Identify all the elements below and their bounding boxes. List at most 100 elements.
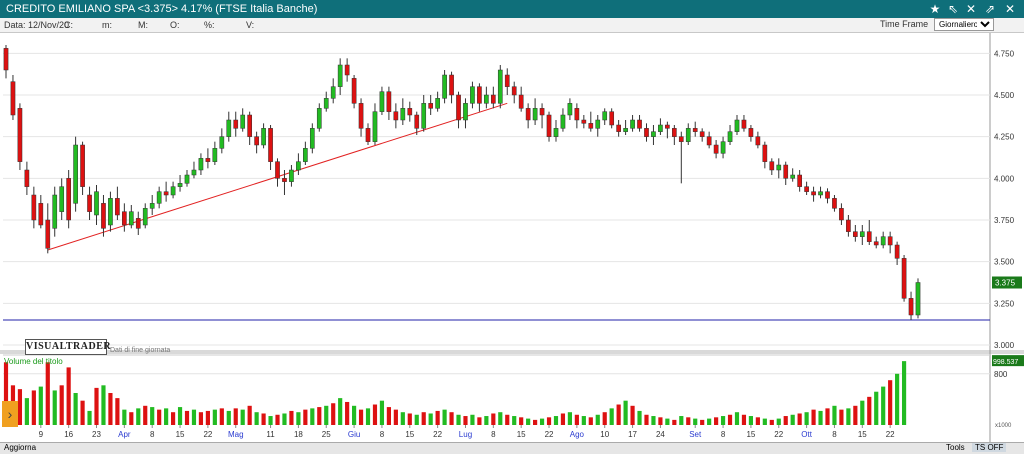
volume-bar [310, 408, 315, 425]
candle-down [449, 74, 454, 96]
volume-bar [651, 416, 656, 425]
candle-up [191, 169, 197, 176]
price-tick-label: 3.500 [994, 258, 1015, 267]
volume-bar [303, 409, 308, 425]
volume-bar [484, 416, 489, 425]
volume-bar [108, 393, 113, 425]
volume-bar [741, 414, 747, 425]
x-tick-label: 8 [380, 430, 385, 439]
volume-bar [581, 416, 586, 425]
candle-up [177, 183, 183, 187]
candle-up [421, 103, 427, 129]
candle-down [122, 211, 127, 226]
volume-bar [38, 386, 43, 425]
volume-bar [212, 409, 217, 425]
candle-down [574, 108, 580, 121]
x-tick-label: Lug [459, 430, 472, 439]
candle-up [128, 211, 134, 226]
volume-bar [846, 408, 851, 425]
candle-down [678, 136, 684, 142]
volume-bar [94, 387, 99, 425]
candle-down [80, 144, 85, 187]
price-tick-label: 4.500 [994, 91, 1015, 100]
volume-bar [296, 412, 301, 425]
x-tick-label: Mag [228, 430, 244, 439]
candle-down [428, 103, 434, 109]
price-tick-label: 4.000 [994, 174, 1015, 183]
chart-area[interactable]: 4.750 4.500 4.250 4.000 3.750 3.500 3.250 3.000… [0, 33, 1024, 442]
volume-bar [567, 412, 572, 425]
candle-up [595, 119, 601, 129]
volume-bar [73, 393, 78, 425]
favorite-icon[interactable]: ★ [927, 1, 943, 17]
candle-up [261, 128, 266, 146]
volume-bar [707, 418, 712, 425]
candle-up [470, 86, 475, 104]
tools-button[interactable]: Tools [946, 443, 965, 452]
volume-bar [379, 400, 385, 425]
volume-bar [901, 361, 907, 425]
x-tick-label: Ago [570, 430, 585, 439]
volume-bar [191, 409, 197, 425]
candle-down [825, 191, 830, 199]
volume-bar [372, 404, 378, 425]
candle-down [699, 131, 705, 137]
candle-up [497, 69, 503, 104]
volume-bar [352, 405, 357, 425]
close-window-icon[interactable]: ✕ [1002, 1, 1018, 17]
title-bar: CREDITO EMILIANO SPA <3.375> 4.17% (FTSE… [0, 0, 1024, 18]
volume-bar [198, 412, 204, 425]
candle-up [560, 114, 566, 129]
close-small-icon[interactable]: ✕ [963, 1, 979, 17]
volume-bar [66, 367, 71, 425]
candle-down [769, 161, 775, 171]
timeframe-select[interactable]: Giornaliero [934, 18, 994, 31]
candle-up [790, 174, 796, 179]
candle-down [866, 231, 872, 242]
volume-bar [679, 416, 684, 425]
volume-bar [637, 410, 642, 425]
volume-bar [338, 398, 343, 425]
candle-down [518, 94, 524, 109]
candle-down [351, 78, 357, 104]
candle-down [456, 94, 461, 121]
price-tick-label: 4.250 [994, 133, 1015, 142]
refresh-button[interactable]: Aggiorna [4, 443, 36, 452]
candle-up [734, 119, 740, 132]
maximize-icon[interactable]: ⇗ [982, 1, 998, 17]
price-chart[interactable]: 4.750 4.500 4.250 4.000 3.750 3.500 3.250 3.000… [0, 33, 1024, 442]
volume-bar [275, 414, 280, 425]
volume-bar [658, 417, 663, 425]
candle-down [873, 241, 879, 246]
x-tick-label: 15 [176, 430, 185, 439]
volume-bar [136, 408, 141, 425]
volume-bar [115, 398, 120, 425]
volume-unit-label: x1000 [995, 423, 1012, 429]
candle-down [31, 194, 37, 221]
candle-down [908, 298, 914, 316]
candle-down [101, 203, 106, 229]
candle-up [372, 111, 378, 142]
candle-up [94, 191, 99, 216]
expand-panel-icon[interactable]: › [2, 401, 18, 427]
candle-down [832, 198, 837, 209]
volume-bar [261, 413, 266, 425]
candle-up [400, 108, 406, 121]
x-tick-label: 8 [721, 430, 726, 439]
x-tick-label: 8 [491, 430, 496, 439]
candle-down [665, 124, 670, 129]
volume-bar [268, 416, 273, 425]
max-label: M: [138, 20, 148, 30]
candle-down [644, 128, 649, 137]
timeframe-label: Time Frame [880, 19, 929, 29]
candle-up [651, 131, 656, 137]
ts-off-button[interactable]: TS OFF [972, 443, 1007, 452]
volume-bar [630, 405, 635, 425]
undock-icon[interactable]: ⇖ [945, 1, 961, 17]
candle-down [115, 198, 120, 216]
candle-down [762, 144, 768, 162]
candle-down [282, 178, 287, 182]
candle-down [504, 74, 510, 87]
volume-bar [686, 417, 691, 425]
volume-bar [644, 414, 649, 425]
